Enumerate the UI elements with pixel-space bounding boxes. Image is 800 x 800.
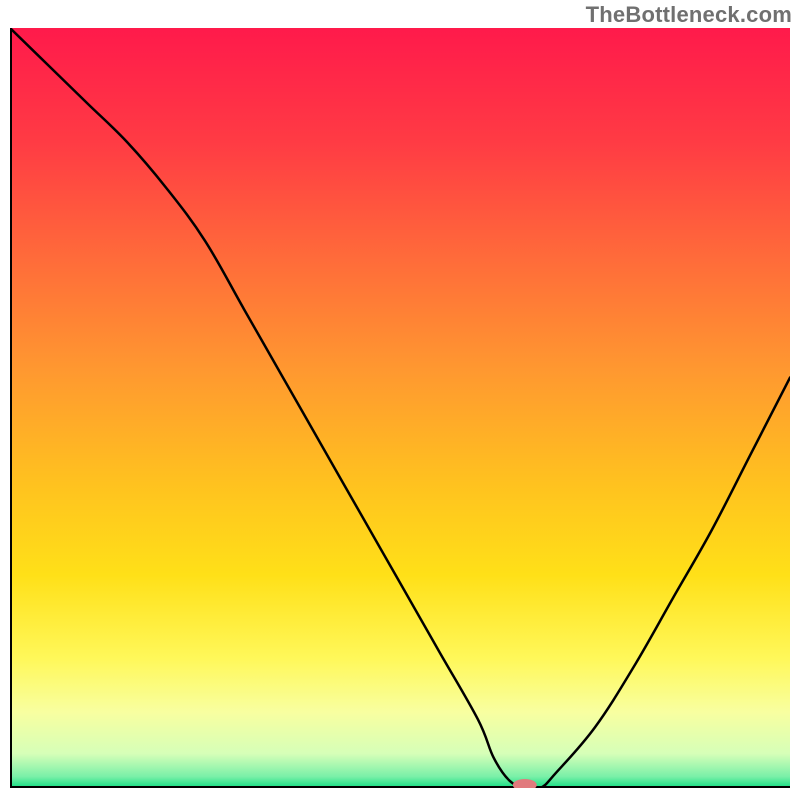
watermark-text: TheBottleneck.com [586, 2, 792, 28]
chart-svg [10, 28, 790, 788]
plot-area [10, 28, 790, 788]
chart-container: TheBottleneck.com [0, 0, 800, 800]
